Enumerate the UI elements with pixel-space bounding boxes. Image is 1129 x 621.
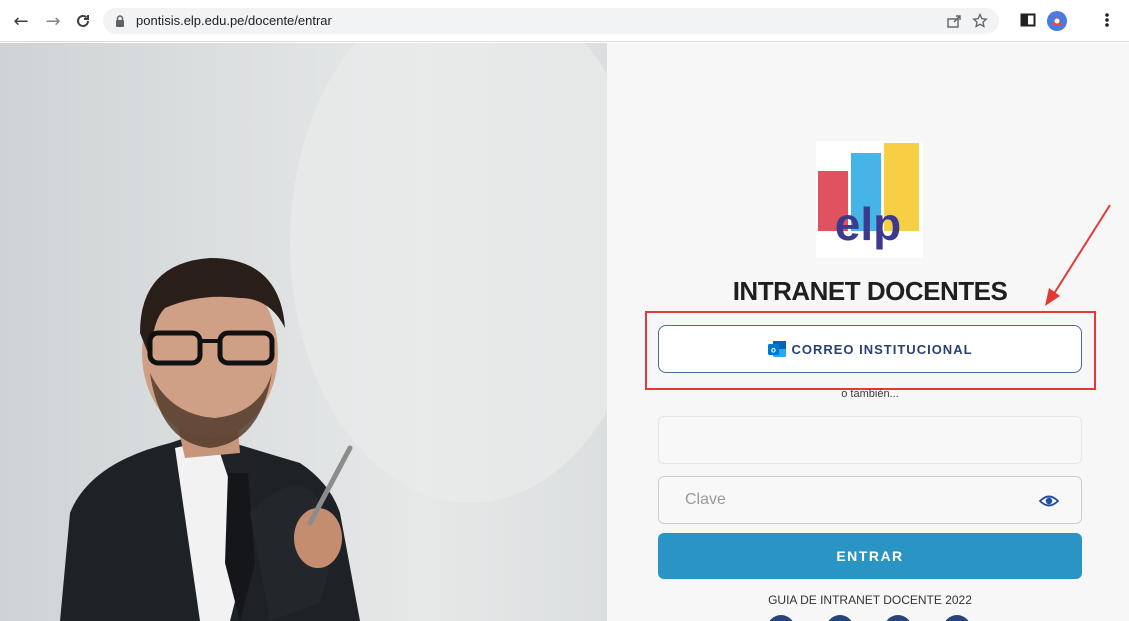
annotation-highlight-box — [645, 311, 1096, 390]
submit-button[interactable]: ENTRAR — [658, 533, 1082, 579]
username-input[interactable] — [658, 416, 1082, 464]
lock-icon[interactable] — [113, 14, 127, 28]
profile-avatar-icon[interactable] — [1046, 10, 1068, 32]
password-placeholder: Clave — [685, 491, 726, 508]
browser-toolbar: ← → pontisis.elp.edu.pe/docente/entrar — [0, 0, 1129, 42]
teacher-illustration — [60, 43, 607, 621]
logo-text: elp — [835, 198, 901, 250]
submit-label: ENTRAR — [836, 548, 904, 564]
share-icon[interactable] — [946, 13, 962, 29]
or-divider-text: o también... — [841, 388, 899, 400]
url-text[interactable]: pontisis.elp.edu.pe/docente/entrar — [136, 13, 332, 28]
password-input[interactable]: Clave — [658, 476, 1082, 524]
annotation-arrow-icon — [1045, 204, 1111, 306]
elp-logo: elp — [816, 141, 923, 258]
guide-link[interactable]: GUIA DE INTRANET DOCENTE 2022 — [700, 593, 1040, 607]
eye-icon[interactable] — [1039, 493, 1059, 509]
page-title: INTRANET DOCENTES — [732, 276, 1008, 306]
back-icon[interactable]: ← — [10, 10, 32, 32]
forward-icon[interactable]: → — [42, 10, 64, 32]
reload-icon[interactable] — [72, 10, 94, 32]
menu-kebab-icon[interactable] — [1104, 12, 1110, 28]
address-bar[interactable]: pontisis.elp.edu.pe/docente/entrar — [103, 8, 999, 34]
side-panel-icon[interactable] — [1020, 12, 1036, 28]
hero-photo — [0, 43, 607, 621]
star-icon[interactable] — [972, 13, 988, 29]
